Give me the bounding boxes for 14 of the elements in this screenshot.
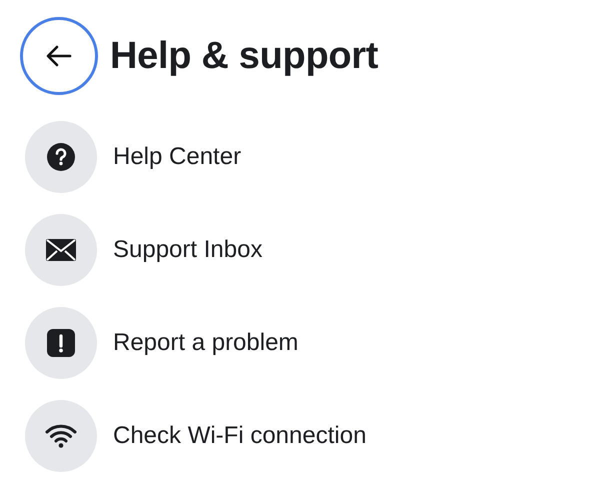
page-title: Help & support <box>110 34 378 78</box>
item-label: Help Center <box>113 143 242 171</box>
menu-item[interactable]: Report a problem <box>25 307 612 379</box>
item-label: Check Wi-Fi connection <box>113 422 366 450</box>
item-label: Report a problem <box>113 329 298 357</box>
back-arrow-icon <box>46 45 72 67</box>
menu-item[interactable]: Help Center <box>25 121 612 193</box>
envelope-icon <box>46 239 76 261</box>
wifi-icon <box>45 424 77 448</box>
item-label: Support Inbox <box>113 236 262 264</box>
menu-item[interactable]: Check Wi-Fi connection <box>25 400 612 472</box>
exclamation-icon <box>47 329 75 357</box>
question-icon <box>47 143 75 171</box>
menu-item[interactable]: Support Inbox <box>25 214 612 286</box>
